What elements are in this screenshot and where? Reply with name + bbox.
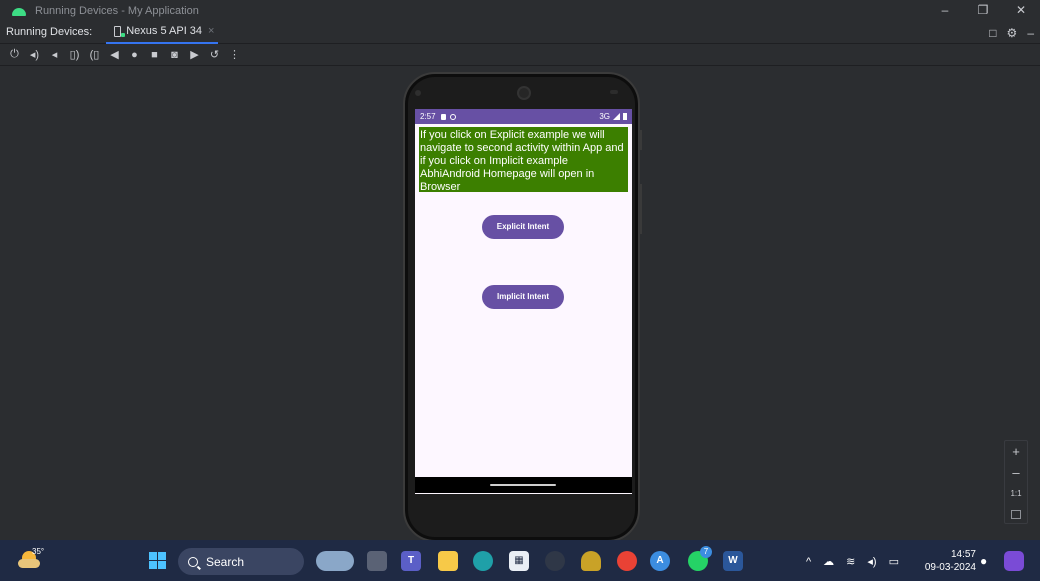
- volume-up-icon[interactable]: ◂): [28, 48, 41, 61]
- back-icon[interactable]: ◀: [108, 48, 121, 61]
- teams-icon[interactable]: T: [401, 551, 421, 571]
- running-devices-label: Running Devices:: [6, 26, 93, 38]
- tab-label: Nexus 5 API 34: [126, 25, 203, 37]
- zoom-actual-size-button[interactable]: 1:1: [1010, 483, 1021, 504]
- camera-icon: [517, 86, 531, 100]
- implicit-intent-button[interactable]: Implicit Intent: [482, 285, 564, 309]
- search-label: Search: [206, 554, 245, 569]
- rotate-left-icon[interactable]: ▯): [68, 48, 81, 61]
- sensor-icon: [415, 90, 421, 96]
- android-studio-icon[interactable]: A: [650, 551, 670, 571]
- power-side-button[interactable]: [639, 130, 642, 150]
- edge-icon[interactable]: [473, 551, 493, 571]
- restore-button[interactable]: ❐: [964, 0, 1002, 21]
- volume-side-button[interactable]: [639, 184, 642, 234]
- minimize-button[interactable]: –: [926, 0, 964, 21]
- screenshot-icon[interactable]: ◙: [168, 49, 181, 61]
- tab-close-icon[interactable]: ×: [208, 25, 214, 37]
- chrome-icon[interactable]: [617, 551, 637, 571]
- wifi-icon[interactable]: ≋: [846, 555, 855, 568]
- zoom-panel: + – 1:1: [1004, 440, 1028, 524]
- snapshot-icon[interactable]: ↺: [208, 48, 221, 61]
- medal-icon[interactable]: [581, 551, 601, 571]
- gesture-handle[interactable]: [490, 484, 556, 486]
- volume-icon[interactable]: ◂): [867, 555, 876, 568]
- status-time: 2:57: [420, 112, 436, 121]
- clock-date: 09-03-2024: [924, 562, 976, 573]
- taskbar-search[interactable]: Search: [178, 548, 304, 575]
- window-controls: – ❐ ✕: [926, 0, 1040, 21]
- sim-icon: [440, 114, 446, 120]
- device-screen[interactable]: 2:57 3G If you click on Explicit example…: [415, 109, 632, 494]
- rotate-right-icon[interactable]: (▯: [88, 48, 101, 61]
- overview-icon[interactable]: ■: [148, 49, 161, 61]
- photos-icon[interactable]: [545, 551, 565, 571]
- title-bar: Running Devices - My Application – ❐ ✕: [0, 0, 1040, 21]
- taskbar-clock[interactable]: 14:57 09-03-2024: [920, 548, 976, 574]
- word-icon[interactable]: W: [723, 551, 743, 571]
- onedrive-icon[interactable]: ☁: [823, 555, 834, 568]
- copilot-icon[interactable]: [1004, 551, 1024, 571]
- start-button[interactable]: [149, 552, 166, 569]
- device-icon: [114, 25, 126, 37]
- zoom-in-button[interactable]: +: [1012, 441, 1020, 462]
- tab-nexus-5[interactable]: Nexus 5 API 34 ×: [106, 21, 219, 44]
- weather-temp: 35°: [32, 547, 45, 556]
- battery-icon: [623, 113, 627, 120]
- store-icon[interactable]: ▦: [509, 551, 529, 571]
- widgets-icon[interactable]: [316, 551, 354, 571]
- system-tray: ^ ☁ ≋ ◂) ▭: [806, 548, 899, 575]
- explicit-intent-button[interactable]: Explicit Intent: [482, 215, 564, 239]
- battery-tray-icon[interactable]: ▭: [889, 555, 899, 568]
- search-icon: [188, 556, 198, 567]
- file-explorer-icon[interactable]: [438, 551, 458, 571]
- zoom-fit-icon[interactable]: [1011, 510, 1021, 519]
- sync-icon: [449, 114, 456, 120]
- gesture-navbar: [415, 477, 632, 493]
- windows-logo-tile: [158, 552, 166, 560]
- windows-logo-tile: [158, 561, 166, 569]
- clock-time: 14:57: [950, 549, 976, 560]
- layout-icon[interactable]: □: [989, 26, 996, 40]
- volume-down-icon[interactable]: ◂: [48, 48, 61, 61]
- show-hidden-icons-icon[interactable]: ^: [806, 556, 811, 568]
- more-icon[interactable]: ⋮: [228, 48, 241, 61]
- task-view-icon[interactable]: [367, 551, 387, 571]
- power-icon[interactable]: ⏻: [8, 48, 21, 61]
- running-devices-tabbar: Running Devices: Nexus 5 API 34 × □ ⚙ –: [0, 21, 1040, 44]
- screen-record-icon[interactable]: ▶: [188, 48, 201, 61]
- weather-widget[interactable]: 35°: [18, 547, 45, 571]
- window-title: Running Devices - My Application: [35, 4, 199, 17]
- home-icon[interactable]: ●: [128, 49, 141, 61]
- speaker-icon: [610, 90, 618, 94]
- network-type: 3G: [599, 112, 610, 121]
- signal-icon: [613, 113, 620, 120]
- android-icon: [12, 6, 26, 16]
- panel-actions: □ ⚙ –: [989, 21, 1034, 44]
- cloud-icon: [18, 559, 40, 568]
- zoom-out-button[interactable]: –: [1012, 462, 1019, 483]
- device-toolbar: ⏻ ◂) ◂ ▯) (▯ ◀ ● ■ ◙ ▶ ↺ ⋮: [0, 44, 1040, 66]
- windows-logo-tile: [149, 552, 157, 560]
- info-text: If you click on Explicit example we will…: [419, 127, 628, 193]
- hide-panel-icon[interactable]: –: [1027, 26, 1034, 40]
- notification-bell-icon[interactable]: ●: [980, 554, 987, 568]
- status-bar: 2:57 3G: [415, 109, 632, 124]
- gear-icon[interactable]: ⚙: [1007, 26, 1018, 40]
- whatsapp-badge: 7: [700, 546, 712, 558]
- windows-logo-tile: [149, 561, 157, 569]
- phone-frame: 2:57 3G If you click on Explicit example…: [403, 72, 642, 542]
- close-button[interactable]: ✕: [1002, 0, 1040, 21]
